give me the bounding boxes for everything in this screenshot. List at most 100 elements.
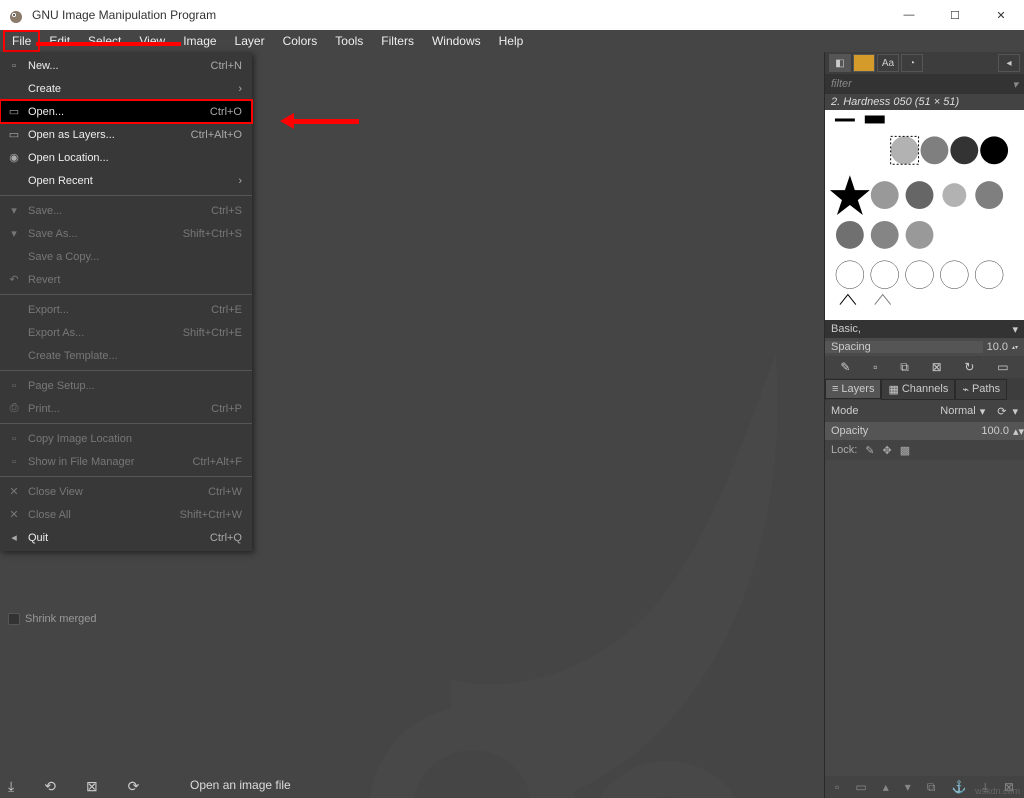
menu-view[interactable]: View — [131, 31, 173, 51]
menu-item-icon: ▫ — [6, 433, 22, 445]
menu-item-icon: ▭ — [6, 105, 22, 118]
brush-grid[interactable] — [825, 110, 1024, 320]
delete-icon[interactable]: ⊠ — [86, 778, 98, 795]
new-layer-icon[interactable]: ▫ — [835, 780, 839, 794]
opacity-spinner[interactable]: ▴▾ — [1013, 425, 1024, 438]
menu-item-new[interactable]: ▫New...Ctrl+N — [0, 54, 252, 77]
menu-item-close-view[interactable]: ✕Close ViewCtrl+W — [0, 480, 252, 503]
duplicate-layer-icon[interactable]: ⧉ — [927, 780, 936, 795]
menu-tools[interactable]: Tools — [327, 31, 371, 51]
layers-list[interactable] — [825, 460, 1024, 776]
menu-image[interactable]: Image — [175, 31, 224, 51]
shrink-merged-checkbox[interactable]: Shrink merged — [8, 613, 97, 625]
tab-layers[interactable]: ≡Layers — [825, 379, 881, 399]
layer-group-icon[interactable]: ▭ — [855, 780, 866, 794]
chevron-down-icon: ▾ — [1012, 78, 1018, 91]
menu-filters[interactable]: Filters — [373, 31, 422, 51]
menu-edit[interactable]: Edit — [41, 31, 78, 51]
menu-help[interactable]: Help — [491, 31, 532, 51]
lower-layer-icon[interactable]: ▾ — [905, 780, 911, 794]
edit-brush-icon[interactable]: ✎ — [840, 360, 850, 374]
menu-item-open-as-layers[interactable]: ▭Open as Layers...Ctrl+Alt+O — [0, 123, 252, 146]
menu-item-save[interactable]: ▾Save...Ctrl+S — [0, 199, 252, 222]
menu-item-save-a-copy[interactable]: Save a Copy... — [0, 245, 252, 268]
menu-item-page-setup[interactable]: ▫Page Setup... — [0, 374, 252, 397]
menu-select[interactable]: Select — [80, 31, 129, 51]
menu-item-icon: ▾ — [6, 227, 22, 240]
minimize-button[interactable]: — — [886, 0, 932, 30]
close-button[interactable]: ✕ — [978, 0, 1024, 30]
menu-item-create-template[interactable]: Create Template... — [0, 344, 252, 367]
spacing-spinner[interactable]: ▴▾ — [1012, 344, 1024, 351]
menu-file[interactable]: File — [4, 31, 39, 51]
chevron-down-icon: ▾ — [1012, 323, 1018, 336]
menu-item-open[interactable]: ▭Open...Ctrl+O — [0, 100, 252, 123]
anchor-layer-icon[interactable]: ⚓ — [952, 780, 967, 794]
undo-icon[interactable]: ⟲ — [44, 778, 56, 795]
duplicate-brush-icon[interactable]: ⧉ — [900, 360, 909, 375]
menu-item-icon: ◂ — [6, 531, 22, 544]
raise-layer-icon[interactable]: ▴ — [883, 780, 889, 794]
brush-preset-selector[interactable]: Basic,▾ — [825, 320, 1024, 338]
download-icon[interactable]: ⤓ — [8, 778, 14, 795]
wilber-background-icon — [234, 268, 824, 798]
titlebar: GNU Image Manipulation Program — ☐ ✕ — [0, 0, 1024, 30]
chevron-down-icon: ▾ — [980, 405, 986, 418]
menu-item-icon: ▭ — [6, 128, 22, 141]
menu-item-close-all[interactable]: ✕Close AllShift+Ctrl+W — [0, 503, 252, 526]
lock-pixels-icon[interactable]: ✎ — [865, 444, 874, 457]
layer-mode-row: Mode Normal ▾ ⟳ ▾ — [825, 400, 1024, 422]
menu-item-icon: ↶ — [6, 273, 22, 286]
delete-brush-icon[interactable]: ⊠ — [932, 360, 942, 374]
menu-item-revert[interactable]: ↶Revert — [0, 268, 252, 291]
menu-item-icon: ◉ — [6, 151, 22, 164]
window-title: GNU Image Manipulation Program — [32, 8, 886, 22]
status-text: Open an image file — [190, 778, 291, 792]
refresh-brush-icon[interactable]: ↻ — [964, 360, 974, 374]
menu-item-save-as[interactable]: ▾Save As...Shift+Ctrl+S — [0, 222, 252, 245]
menu-item-open-recent[interactable]: Open Recent› — [0, 169, 252, 192]
menu-item-open-location[interactable]: ◉Open Location... — [0, 146, 252, 169]
menu-colors[interactable]: Colors — [275, 31, 326, 51]
opacity-slider[interactable]: Opacity 100.0 ▴▾ — [825, 422, 1024, 440]
redo-icon[interactable]: ⟳ — [128, 778, 140, 795]
spacing-slider[interactable]: Spacing 10.0 ▴▾ — [825, 338, 1024, 356]
layer-mode-select[interactable]: Normal ▾ — [940, 405, 985, 418]
mode-reset-icon[interactable]: ⟳ — [997, 405, 1006, 418]
left-bottom-tools: ⤓ ⟲ ⊠ ⟳ — [8, 778, 139, 795]
menu-item-print[interactable]: ⎙Print...Ctrl+P — [0, 397, 252, 420]
menu-item-quit[interactable]: ◂QuitCtrl+Q — [0, 526, 252, 549]
tab-fonts[interactable]: Aa — [877, 54, 899, 72]
tab-paths[interactable]: ⌁Paths — [955, 379, 1007, 400]
menu-item-show-in-file-manager[interactable]: ▫Show in File ManagerCtrl+Alt+F — [0, 450, 252, 473]
brushes-dock-tabs: ◧ Aa ◔ ◂ — [825, 52, 1024, 74]
menubar: File Edit Select View Image Layer Colors… — [0, 30, 1024, 52]
menu-item-copy-image-location[interactable]: ▫Copy Image Location — [0, 427, 252, 450]
annotation-red-arrow — [280, 113, 359, 129]
menu-item-icon: ▫ — [6, 380, 22, 392]
tab-history[interactable]: ◔ — [901, 54, 923, 72]
channels-icon: ▦ — [888, 383, 898, 396]
file-menu-dropdown: ▫New...Ctrl+NCreate›▭Open...Ctrl+O▭Open … — [0, 52, 252, 551]
menu-windows[interactable]: Windows — [424, 31, 489, 51]
maximize-button[interactable]: ☐ — [932, 0, 978, 30]
lock-alpha-icon[interactable]: ▩ — [900, 444, 910, 457]
menu-item-icon: ⎙ — [6, 402, 22, 415]
tab-brushes[interactable]: ◧ — [829, 54, 851, 72]
open-brush-icon[interactable]: ▭ — [997, 360, 1008, 374]
tab-patterns[interactable] — [853, 54, 875, 72]
configure-tab-button[interactable]: ◂ — [998, 54, 1020, 72]
menu-item-create[interactable]: Create› — [0, 77, 252, 100]
brush-filter-input[interactable]: filter▾ — [825, 74, 1024, 94]
layers-icon: ≡ — [832, 383, 838, 395]
brush-actions-row: ✎ ▫ ⧉ ⊠ ↻ ▭ — [825, 356, 1024, 378]
menu-item-export[interactable]: Export...Ctrl+E — [0, 298, 252, 321]
menu-layer[interactable]: Layer — [227, 31, 273, 51]
tab-channels[interactable]: ▦Channels — [881, 379, 955, 400]
lock-position-icon[interactable]: ✥ — [883, 444, 892, 457]
new-brush-icon[interactable]: ▫ — [873, 360, 877, 374]
menu-item-export-as[interactable]: Export As...Shift+Ctrl+E — [0, 321, 252, 344]
layers-dock-tabs: ≡Layers ▦Channels ⌁Paths — [825, 378, 1024, 400]
chevron-down-icon[interactable]: ▾ — [1012, 405, 1018, 418]
watermark: wsxdn.com — [975, 786, 1020, 796]
